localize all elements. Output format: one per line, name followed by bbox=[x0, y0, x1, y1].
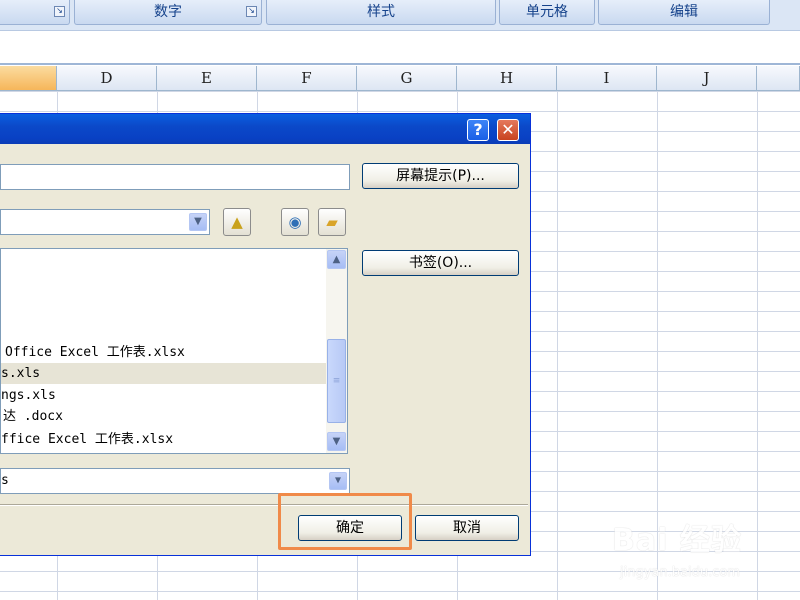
list-item[interactable]: s.xls bbox=[1, 363, 326, 384]
ribbon-group-label: 单元格 bbox=[526, 4, 568, 20]
browse-web-button[interactable]: ◉ bbox=[281, 208, 309, 236]
column-header-row: D E F G H I J bbox=[0, 66, 800, 91]
ribbon-group-cells: 单元格 bbox=[499, 0, 595, 25]
column-header-h[interactable]: H bbox=[457, 66, 557, 90]
column-header-c[interactable] bbox=[0, 66, 57, 90]
globe-search-icon: ◉ bbox=[288, 213, 302, 231]
help-button[interactable]: ? bbox=[467, 119, 489, 141]
ribbon-group-alignment: ↘ bbox=[0, 0, 70, 25]
ribbon-group-number: 数字 ↘ bbox=[74, 0, 262, 25]
cancel-button[interactable]: 取消 bbox=[415, 515, 519, 541]
up-one-folder-button[interactable]: ▲ bbox=[223, 208, 251, 236]
column-header-k[interactable] bbox=[757, 66, 800, 90]
watermark-brand: Bai 经验 bbox=[612, 523, 742, 558]
ribbon-group-label: 样式 bbox=[367, 4, 395, 20]
file-name: ffice Excel 工作表.xlsx bbox=[1, 432, 174, 447]
close-icon: ✕ bbox=[501, 120, 515, 139]
file-list[interactable]: Office Excel 工作表.xlsx s.xls ngs.xls 达 .d… bbox=[0, 248, 348, 454]
ribbon-group-label: 数字 bbox=[154, 4, 182, 20]
display-text-input[interactable] bbox=[0, 164, 350, 190]
column-header-d[interactable]: D bbox=[57, 66, 157, 90]
column-header-f[interactable]: F bbox=[257, 66, 357, 90]
scroll-down-icon[interactable]: ▼ bbox=[327, 432, 346, 451]
address-combo[interactable]: s ▼ bbox=[0, 468, 350, 494]
formula-bar[interactable] bbox=[0, 30, 800, 65]
list-item[interactable]: Office Excel 工作表.xlsx bbox=[1, 342, 326, 363]
ribbon-group-styles: 样式 bbox=[266, 0, 496, 25]
bookmark-button[interactable]: 书签(O)... bbox=[362, 250, 519, 276]
dialog-launcher-icon[interactable]: ↘ bbox=[246, 6, 257, 17]
vertical-scrollbar[interactable]: ▲ ≡ ▼ bbox=[326, 249, 347, 453]
annotation-highlight-box bbox=[278, 493, 412, 550]
dialog-separator bbox=[0, 504, 528, 506]
column-header-j[interactable]: J bbox=[657, 66, 757, 90]
screentip-button[interactable]: 屏幕提示(P)... bbox=[362, 163, 519, 189]
file-name: 达 .docx bbox=[3, 409, 63, 424]
chevron-down-icon[interactable]: ▼ bbox=[329, 472, 347, 490]
help-icon: ? bbox=[473, 120, 483, 139]
column-header-i[interactable]: I bbox=[557, 66, 657, 90]
close-button[interactable]: ✕ bbox=[497, 119, 519, 141]
list-item[interactable]: ngs.xls bbox=[1, 385, 326, 406]
look-in-combo[interactable]: ▼ bbox=[0, 209, 210, 235]
file-name: ngs.xls bbox=[1, 388, 56, 403]
watermark-url: jingyan.baidu.com bbox=[620, 565, 740, 580]
chevron-down-icon[interactable]: ▼ bbox=[189, 213, 207, 231]
dialog-launcher-icon[interactable]: ↘ bbox=[54, 6, 65, 17]
ribbon-group-bar: ↘ 数字 ↘ 样式 单元格 编辑 bbox=[0, 0, 800, 30]
open-folder-icon: ▰ bbox=[326, 213, 338, 231]
baidu-watermark: Bai 经验 jingyan.baidu.com bbox=[612, 515, 792, 585]
list-item[interactable]: ffice Excel 工作表.xlsx bbox=[1, 429, 326, 450]
ribbon-group-editing: 编辑 bbox=[598, 0, 770, 25]
dialog-title-bar[interactable]: ? ✕ bbox=[0, 114, 530, 144]
folder-up-icon: ▲ bbox=[231, 213, 243, 231]
column-header-g[interactable]: G bbox=[357, 66, 457, 90]
column-header-e[interactable]: E bbox=[157, 66, 257, 90]
address-value: s bbox=[1, 473, 9, 488]
file-name: s.xls bbox=[1, 366, 41, 381]
insert-hyperlink-dialog: ? ✕ 屏幕提示(P)... ▼ ▲ ◉ ▰ Office Excel 工作表.… bbox=[0, 113, 531, 556]
scroll-up-icon[interactable]: ▲ bbox=[327, 250, 346, 269]
browse-file-button[interactable]: ▰ bbox=[318, 208, 346, 236]
list-item[interactable]: 达 .docx bbox=[1, 406, 326, 427]
scroll-thumb[interactable]: ≡ bbox=[327, 339, 346, 423]
ribbon-group-label: 编辑 bbox=[670, 4, 698, 20]
file-name: Office Excel 工作表.xlsx bbox=[5, 345, 185, 360]
